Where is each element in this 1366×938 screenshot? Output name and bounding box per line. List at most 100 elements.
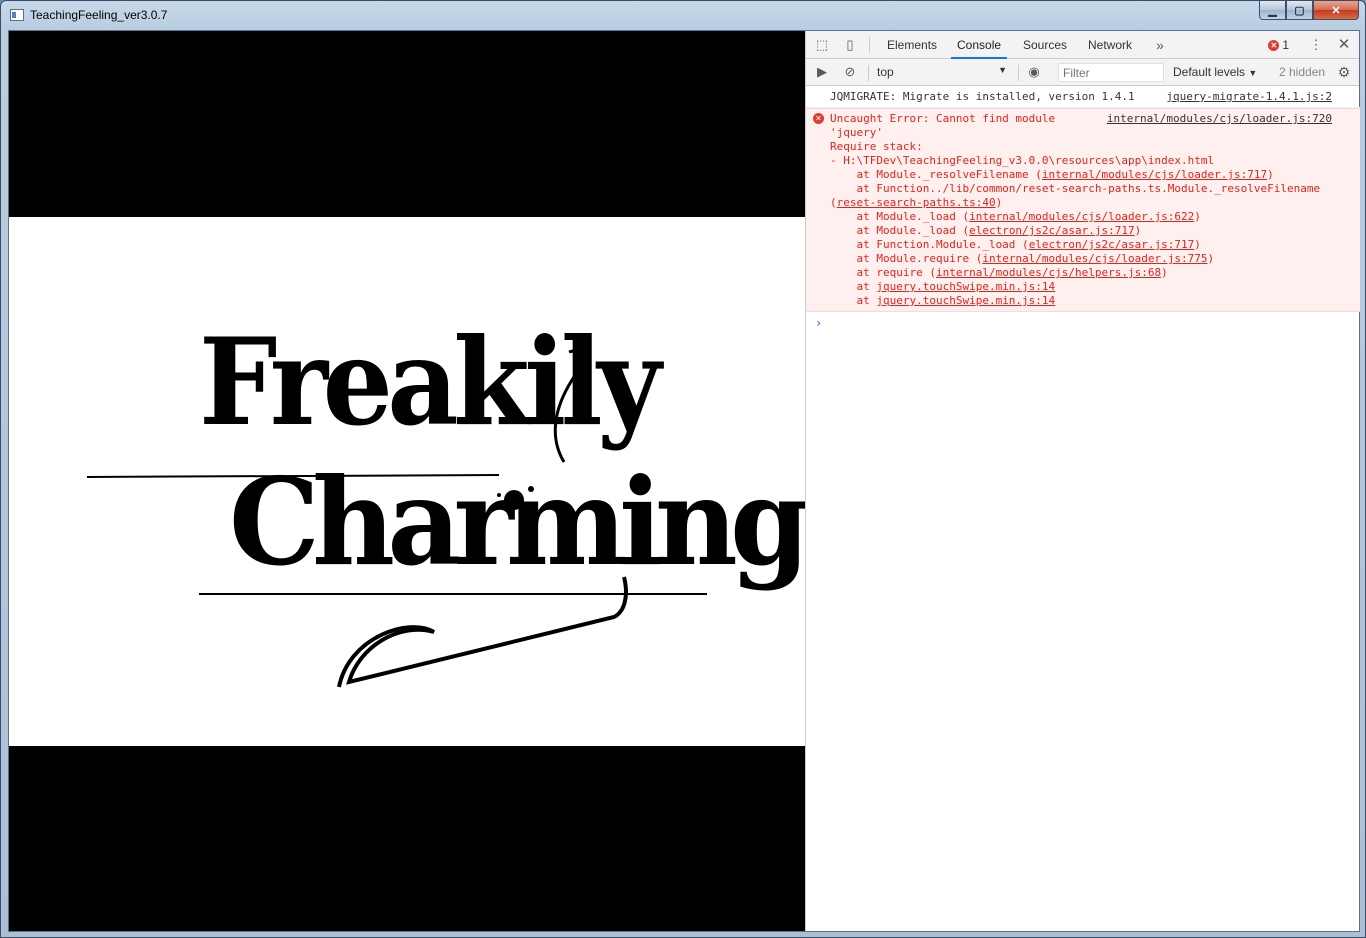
minimize-button[interactable]: ▁ bbox=[1259, 1, 1286, 20]
log-levels-dropdown[interactable]: Default levels ▼ bbox=[1173, 65, 1257, 79]
minimize-icon: ▁ bbox=[1268, 4, 1277, 17]
stack-text: at Module._load ( bbox=[830, 224, 970, 237]
context-selector[interactable]: top ▼ bbox=[877, 65, 1007, 79]
stack-text: ) bbox=[1161, 266, 1168, 279]
stack-source-link[interactable]: internal/modules/cjs/loader.js:622 bbox=[969, 210, 1194, 223]
divider bbox=[1018, 65, 1019, 81]
stack-text: ) bbox=[1194, 210, 1201, 223]
window-controls: ▁ ▢ ✕ bbox=[1259, 1, 1359, 20]
stack-source-link[interactable]: electron/js2c/asar.js:717 bbox=[969, 224, 1135, 237]
divider bbox=[868, 65, 869, 81]
app-window: TeachingFeeling_ver3.0.7 ▁ ▢ ✕ Freakily … bbox=[0, 0, 1366, 938]
stack-line: Require stack: bbox=[830, 140, 1360, 154]
stack-text: Uncaught Error: Cannot find module bbox=[830, 112, 1056, 125]
stack-text: at Module.require ( bbox=[830, 252, 983, 265]
chevron-down-icon: ▼ bbox=[1248, 68, 1258, 78]
stack-line: (reset-search-paths.ts:40) bbox=[830, 196, 1360, 210]
device-toolbar-icon[interactable]: ▯ bbox=[842, 37, 858, 53]
close-button[interactable]: ✕ bbox=[1313, 1, 1359, 20]
source-link[interactable]: internal/modules/cjs/loader.js:720 bbox=[1107, 112, 1332, 126]
stack-line: at Function.Module._load (electron/js2c/… bbox=[830, 238, 1360, 252]
stack-source-link[interactable]: reset-search-paths.ts:40 bbox=[837, 196, 996, 209]
live-expression-eye-icon[interactable]: ◉ bbox=[1026, 64, 1042, 80]
console-output[interactable]: JQMIGRATE: Migrate is installed, version… bbox=[806, 87, 1360, 330]
stack-text: 'jquery' bbox=[830, 126, 883, 139]
stack-text: ) bbox=[1134, 224, 1142, 237]
kebab-menu-icon[interactable]: ⋮ bbox=[1308, 37, 1324, 53]
stack-source-link[interactable]: electron/js2c/asar.js:717 bbox=[1029, 238, 1195, 251]
stack-text: at Function.Module._load ( bbox=[830, 238, 1029, 251]
tab-network[interactable]: Network bbox=[1082, 31, 1138, 59]
stack-line: at Function../lib/common/reset-search-pa… bbox=[830, 182, 1360, 196]
stack-text: at Module._resolveFilename ( bbox=[830, 168, 1042, 181]
hidden-messages-count: 2 hidden bbox=[1279, 65, 1326, 79]
stack-text: ) bbox=[995, 196, 1003, 209]
console-info-message: JQMIGRATE: Migrate is installed, version… bbox=[806, 87, 1360, 108]
maximize-button[interactable]: ▢ bbox=[1286, 1, 1313, 20]
inspect-element-icon[interactable]: ⬚ bbox=[814, 37, 830, 53]
chevron-down-icon: ▼ bbox=[998, 65, 1007, 75]
sidebar-toggle-icon[interactable]: ▶ bbox=[814, 64, 830, 80]
stack-text: at require ( bbox=[830, 266, 936, 279]
stack-text: ) bbox=[1267, 168, 1274, 181]
maximize-icon: ▢ bbox=[1294, 4, 1305, 17]
context-value: top bbox=[877, 65, 894, 79]
window-title: TeachingFeeling_ver3.0.7 bbox=[30, 8, 168, 22]
stack-line: 'jquery' bbox=[830, 126, 1360, 140]
stack-source-link[interactable]: internal/modules/cjs/helpers.js:68 bbox=[936, 266, 1161, 279]
error-icon: ✕ bbox=[1268, 39, 1280, 51]
devtools-tabbar: ⬚ ▯ Elements Console Sources Network » ✕… bbox=[806, 31, 1359, 59]
error-count: 1 bbox=[1282, 38, 1289, 52]
stack-source-link[interactable]: internal/modules/cjs/loader.js:717 bbox=[1042, 168, 1267, 181]
stack-source-link[interactable]: jquery.touchSwipe.min.js:14 bbox=[876, 280, 1055, 293]
stack-text: at Function../lib/common/reset-search-pa… bbox=[830, 182, 1321, 195]
stack-text: - H:\TFDev\TeachingFeeling_v3.0.0\resour… bbox=[830, 154, 1215, 167]
close-devtools-icon[interactable]: ✕ bbox=[1336, 37, 1352, 53]
game-viewport[interactable]: Freakily Charming bbox=[9, 31, 810, 931]
stack-line: at Module.require (internal/modules/cjs/… bbox=[830, 252, 1360, 266]
stack-text: ( bbox=[830, 196, 837, 209]
prompt-chevron-icon: › bbox=[815, 316, 823, 330]
logo-text-line2: Charming bbox=[229, 452, 810, 593]
console-prompt[interactable]: › bbox=[806, 312, 1360, 330]
more-tabs-icon[interactable]: » bbox=[1152, 37, 1168, 53]
stack-text: ) bbox=[1194, 238, 1201, 251]
stack-line: at Module._load (electron/js2c/asar.js:7… bbox=[830, 224, 1360, 238]
error-icon: ✕ bbox=[813, 113, 824, 124]
splash-screen[interactable]: Freakily Charming bbox=[9, 217, 810, 746]
stack-line: at Module._load (internal/modules/cjs/lo… bbox=[830, 210, 1360, 224]
tab-console[interactable]: Console bbox=[951, 31, 1008, 59]
title-bar[interactable]: TeachingFeeling_ver3.0.7 ▁ ▢ ✕ bbox=[1, 1, 1365, 30]
stack-line: at require (internal/modules/cjs/helpers… bbox=[830, 266, 1360, 280]
console-filter-input[interactable] bbox=[1058, 63, 1164, 82]
close-icon: ✕ bbox=[1331, 4, 1341, 17]
divider bbox=[869, 37, 870, 53]
gear-icon[interactable]: ⚙ bbox=[1336, 64, 1352, 80]
stack-text: at bbox=[830, 294, 877, 307]
error-counter[interactable]: ✕ 1 bbox=[1268, 38, 1289, 52]
clear-console-icon[interactable]: ⊘ bbox=[842, 64, 858, 80]
stack-text: Require stack: bbox=[830, 140, 923, 153]
tab-sources[interactable]: Sources bbox=[1017, 31, 1073, 59]
client-area: Freakily Charming ⬚ ▯ Elements Console S… bbox=[8, 30, 1360, 932]
stack-line: at Module._resolveFilename (internal/mod… bbox=[830, 168, 1360, 182]
stack-source-link[interactable]: jquery.touchSwipe.min.js:14 bbox=[876, 294, 1055, 307]
stack-line: at jquery.touchSwipe.min.js:14 bbox=[830, 294, 1360, 308]
app-icon bbox=[10, 9, 24, 21]
source-link[interactable]: jquery-migrate-1.4.1.js:2 bbox=[1166, 90, 1332, 104]
stack-line: at jquery.touchSwipe.min.js:14 bbox=[830, 280, 1360, 294]
log-levels-label: Default levels bbox=[1173, 65, 1246, 79]
stack-text: ) bbox=[1207, 252, 1215, 265]
stack-trace: Uncaught Error: Cannot find module'jquer… bbox=[830, 112, 1360, 308]
message-text: JQMIGRATE: Migrate is installed, version… bbox=[830, 90, 1135, 103]
stack-line: - H:\TFDev\TeachingFeeling_v3.0.0\resour… bbox=[830, 154, 1360, 168]
devtools-panel: ⬚ ▯ Elements Console Sources Network » ✕… bbox=[805, 31, 1360, 931]
logo-text-line1: Freakily bbox=[199, 312, 661, 453]
studio-logo: Freakily Charming bbox=[9, 217, 810, 746]
console-toolbar: ▶ ⊘ top ▼ ◉ Default levels ▼ 2 hidden ⚙ bbox=[806, 59, 1359, 86]
stack-source-link[interactable]: internal/modules/cjs/loader.js:775 bbox=[982, 252, 1207, 265]
tab-elements[interactable]: Elements bbox=[881, 31, 943, 59]
console-error-message: ✕ internal/modules/cjs/loader.js:720 Unc… bbox=[806, 108, 1360, 312]
stack-text: at Module._load ( bbox=[830, 210, 970, 223]
stack-text: at bbox=[830, 280, 877, 293]
